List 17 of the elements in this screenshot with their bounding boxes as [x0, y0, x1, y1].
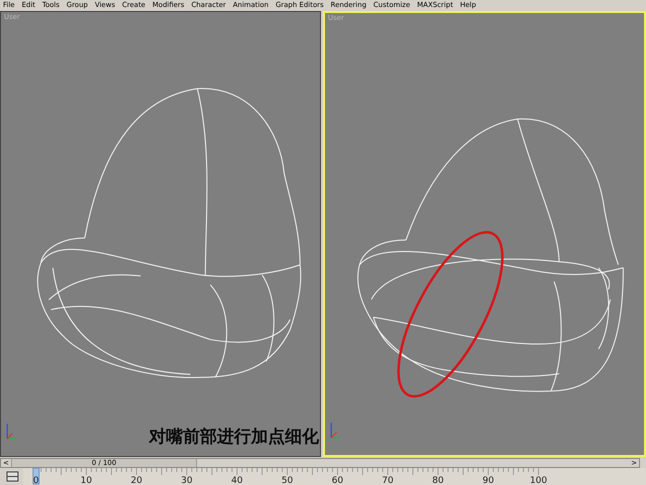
frame-number: 10 — [80, 476, 92, 485]
frame-number: 0 — [33, 476, 39, 485]
frame-number: 40 — [231, 476, 243, 485]
filmstrip-icon[interactable] — [6, 470, 19, 482]
timeline-ruler[interactable]: 0 10 20 30 40 50 60 70 80 90 100 — [23, 468, 646, 485]
axis-gizmo-icon — [329, 421, 341, 442]
frame-number: 30 — [181, 476, 193, 485]
frame-number: 70 — [382, 476, 394, 485]
frame-number: 100 — [530, 476, 548, 485]
frame-number: 50 — [282, 476, 294, 485]
caption-text: 对嘴前部进行加点细化 — [149, 426, 319, 448]
time-marker-icon[interactable] — [32, 468, 40, 484]
frame-number: 60 — [332, 476, 344, 485]
axis-gizmo-icon — [5, 422, 17, 442]
frame-number: 20 — [130, 476, 142, 485]
frame-number: 80 — [432, 476, 444, 485]
frame-number: 90 — [482, 476, 494, 485]
